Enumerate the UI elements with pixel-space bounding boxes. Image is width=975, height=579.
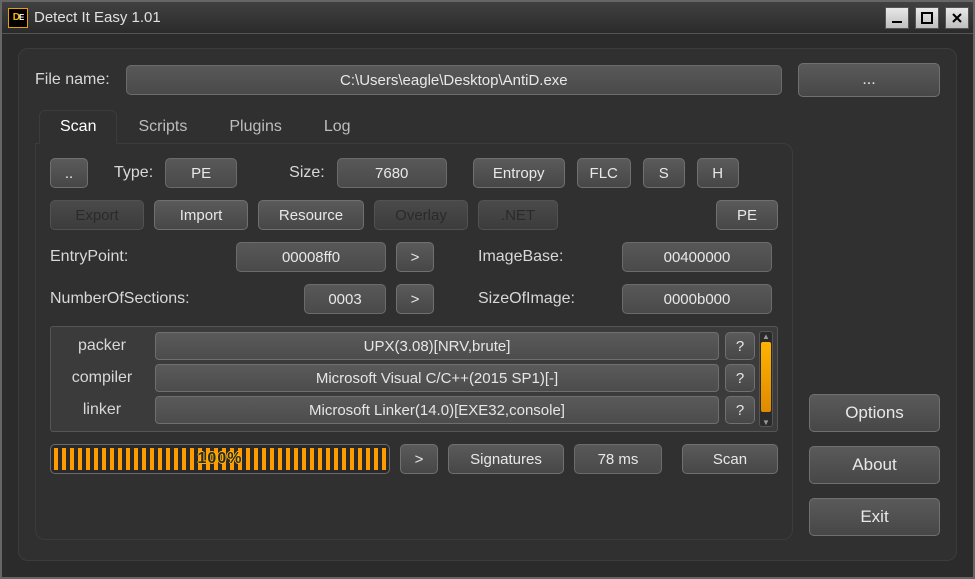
progress-goto-button[interactable]: > [400, 444, 438, 474]
minimize-icon [891, 12, 903, 24]
imagebase-label: ImageBase: [478, 248, 612, 266]
signature-row: packer UPX(3.08)[NRV,brute] ? [55, 331, 755, 361]
scrollbar-thumb[interactable] [761, 342, 771, 412]
close-icon [951, 12, 963, 24]
signature-category: linker [55, 401, 149, 419]
scan-bottom-row: 100% > Signatures 78 ms Scan [50, 444, 778, 474]
type-field: PE [165, 158, 237, 188]
entrypoint-label: EntryPoint: [50, 248, 226, 266]
maximize-icon [921, 12, 933, 24]
entrypoint-goto-button[interactable]: > [396, 242, 434, 272]
tab-log[interactable]: Log [303, 110, 372, 144]
scan-tab-panel: .. Type: PE Size: 7680 Entropy FLC S H [35, 143, 793, 540]
elapsed-field: 78 ms [574, 444, 662, 474]
maximize-button[interactable] [915, 7, 939, 29]
app-icon: DE [8, 8, 28, 28]
app-window: DE Detect It Easy 1.01 File name: C:\Use… [0, 0, 975, 579]
sections-field[interactable]: 0003 [304, 284, 386, 314]
file-row: File name: C:\Users\eagle\Desktop\AntiD.… [35, 63, 940, 97]
entrypoint-row: EntryPoint: 00008ff0 > ImageBase: 004000… [50, 242, 778, 272]
entropy-button[interactable]: Entropy [473, 158, 565, 188]
signature-info-button[interactable]: ? [725, 396, 755, 424]
exit-button[interactable]: Exit [809, 498, 940, 536]
signature-value[interactable]: Microsoft Visual C/C++(2015 SP1)[-] [155, 364, 719, 392]
net-button: .NET [478, 200, 558, 230]
scan-progress: 100% [50, 444, 390, 474]
left-column: Scan Scripts Plugins Log .. Type: PE Siz… [35, 109, 793, 540]
scan-button[interactable]: Scan [682, 444, 778, 474]
sections-goto-button[interactable]: > [396, 284, 434, 314]
signature-value[interactable]: UPX(3.08)[NRV,brute] [155, 332, 719, 360]
type-label: Type: [114, 164, 153, 182]
resource-button[interactable]: Resource [258, 200, 364, 230]
signature-row: compiler Microsoft Visual C/C++(2015 SP1… [55, 363, 755, 393]
signatures-panel: packer UPX(3.08)[NRV,brute] ? compiler M… [50, 326, 778, 432]
sizeofimage-label: SizeOfImage: [478, 290, 612, 308]
s-button[interactable]: S [643, 158, 685, 188]
h-button[interactable]: H [697, 158, 739, 188]
signatures-list: packer UPX(3.08)[NRV,brute] ? compiler M… [55, 331, 755, 427]
signature-row: linker Microsoft Linker(14.0)[EXE32,cons… [55, 395, 755, 425]
scroll-up-icon: ▲ [762, 332, 770, 340]
size-field: 7680 [337, 158, 447, 188]
signatures-button[interactable]: Signatures [448, 444, 564, 474]
scroll-down-icon: ▼ [762, 418, 770, 426]
tab-scripts[interactable]: Scripts [117, 110, 208, 144]
signature-info-button[interactable]: ? [725, 332, 755, 360]
sections-label: NumberOfSections: [50, 290, 226, 308]
overlay-button: Overlay [374, 200, 468, 230]
signature-category: compiler [55, 369, 149, 387]
size-label: Size: [289, 164, 325, 182]
window-title: Detect It Easy 1.01 [34, 9, 879, 26]
flc-button[interactable]: FLC [577, 158, 631, 188]
close-button[interactable] [945, 7, 969, 29]
minimize-button[interactable] [885, 7, 909, 29]
client-area: File name: C:\Users\eagle\Desktop\AntiD.… [2, 34, 973, 577]
tab-scan[interactable]: Scan [39, 110, 117, 144]
options-button[interactable]: Options [809, 394, 940, 432]
columns: Scan Scripts Plugins Log .. Type: PE Siz… [35, 109, 940, 540]
imagebase-field[interactable]: 00400000 [622, 242, 772, 272]
tab-strip: Scan Scripts Plugins Log [39, 109, 793, 143]
signature-info-button[interactable]: ? [725, 364, 755, 392]
file-name-label: File name: [35, 71, 110, 89]
titlebar: DE Detect It Easy 1.01 [2, 2, 973, 34]
import-button[interactable]: Import [154, 200, 248, 230]
sections-row: NumberOfSections: 0003 > SizeOfImage: 00… [50, 284, 778, 314]
tab-plugins[interactable]: Plugins [208, 110, 302, 144]
entrypoint-field[interactable]: 00008ff0 [236, 242, 386, 272]
updir-button[interactable]: .. [50, 158, 88, 188]
file-name-field[interactable]: C:\Users\eagle\Desktop\AntiD.exe [126, 65, 782, 95]
export-button: Export [50, 200, 144, 230]
signature-value[interactable]: Microsoft Linker(14.0)[EXE32,console] [155, 396, 719, 424]
signature-category: packer [55, 337, 149, 355]
sizeofimage-field[interactable]: 0000b000 [622, 284, 772, 314]
main-panel: File name: C:\Users\eagle\Desktop\AntiD.… [18, 48, 957, 561]
browse-button[interactable]: ... [798, 63, 940, 97]
export-import-row: Export Import Resource Overlay .NET PE [50, 200, 778, 230]
type-size-row: .. Type: PE Size: 7680 Entropy FLC S H [50, 158, 778, 188]
signatures-scrollbar[interactable]: ▲ ▼ [759, 331, 773, 427]
right-column: Options About Exit [809, 109, 940, 540]
progress-percent: 100% [51, 445, 389, 473]
pe-button[interactable]: PE [716, 200, 778, 230]
about-button[interactable]: About [809, 446, 940, 484]
